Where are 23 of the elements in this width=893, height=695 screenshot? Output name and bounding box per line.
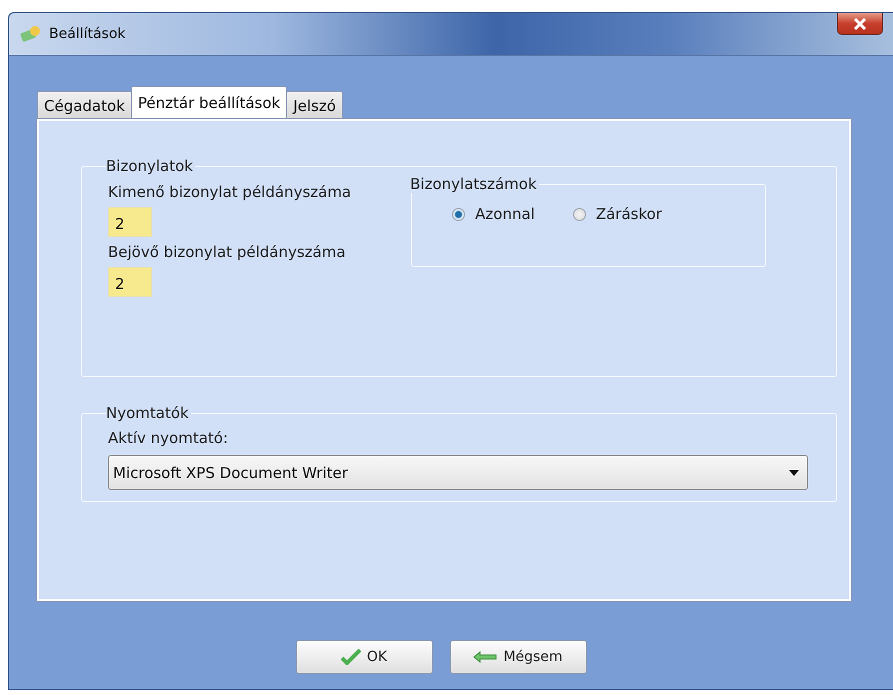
field-label: Bejövő bizonylat példányszáma — [108, 243, 347, 261]
tab[interactable]: Pénztár beállítások — [130, 86, 288, 119]
field-label: Kimenő bizonylat példányszáma — [108, 183, 352, 201]
close-icon — [853, 18, 867, 30]
arrow-left-icon — [473, 651, 498, 663]
field-label: Aktív nyomtató: — [108, 429, 228, 447]
close-button[interactable] — [837, 13, 883, 35]
money-icon — [19, 25, 41, 43]
number-field[interactable]: 2 — [108, 207, 152, 237]
group-title: Nyomtatók — [106, 404, 190, 422]
radio-option[interactable]: Záráskor — [572, 205, 662, 223]
group-title: Bizonylatszámok — [410, 175, 538, 193]
printer-dropdown[interactable]: Microsoft XPS Document Writer — [108, 455, 808, 490]
radio-option[interactable]: Azonnal — [452, 205, 535, 223]
window-title: Beállítások — [49, 26, 126, 42]
check-icon — [340, 649, 361, 665]
caret-icon — [789, 470, 799, 476]
tab[interactable]: Cégadatok — [37, 91, 132, 119]
ok-button[interactable]: OK — [296, 640, 432, 674]
group-title: Bizonylatok — [106, 157, 194, 175]
cancel-button[interactable]: Mégsem — [450, 640, 586, 674]
tab[interactable]: Jelszó — [286, 91, 343, 119]
number-field[interactable]: 2 — [108, 267, 152, 297]
